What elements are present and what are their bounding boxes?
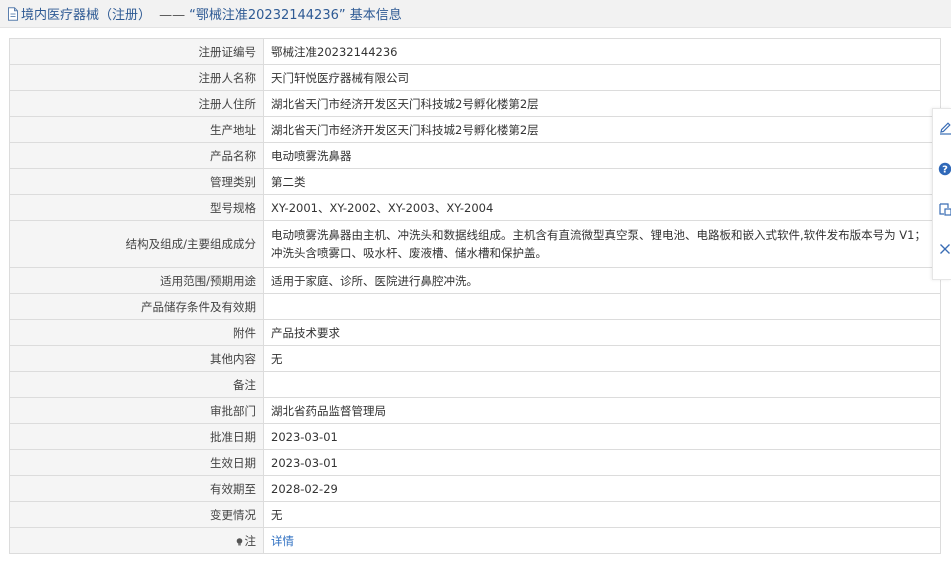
table-row: 产品储存条件及有效期	[9, 293, 941, 320]
edit-icon[interactable]	[938, 120, 951, 136]
field-label: 备注	[9, 371, 264, 398]
field-value: 电动喷雾洗鼻器由主机、冲洗头和数据线组成。主机含有直流微型真空泵、锂电池、电路板…	[263, 220, 941, 268]
table-row: 其他内容 无	[9, 345, 941, 372]
field-label: 注册人住所	[9, 90, 264, 117]
breadcrumb: 境内医疗器械（注册） —— “鄂械注准20232144236” 基本信息	[21, 4, 402, 23]
field-label: 其他内容	[9, 345, 264, 372]
field-label: 产品名称	[9, 142, 264, 169]
field-label: 注册人名称	[9, 64, 264, 91]
field-label: 生效日期	[9, 449, 264, 476]
table-row: 注册人名称 天门轩悦医疗器械有限公司	[9, 64, 941, 91]
table-row: 生产地址 湖北省天门市经济开发区天门科技城2号孵化楼第2层	[9, 116, 941, 143]
note-label-text: 注	[244, 533, 257, 548]
field-label: 审批部门	[9, 397, 264, 424]
breadcrumb-title-suffix: 基本信息	[349, 8, 402, 23]
field-label: 附件	[9, 319, 264, 346]
field-label: 适用范围/预期用途	[9, 267, 264, 294]
field-value: 第二类	[263, 168, 941, 195]
field-label: 变更情况	[9, 501, 264, 528]
field-label: 有效期至	[9, 475, 264, 502]
field-label: 生产地址	[9, 116, 264, 143]
field-value: 湖北省天门市经济开发区天门科技城2号孵化楼第2层	[263, 116, 941, 143]
page-header: 境内医疗器械（注册） —— “鄂械注准20232144236” 基本信息	[0, 0, 951, 28]
note-label: 注	[9, 527, 264, 554]
field-value: XY-2001、XY-2002、XY-2003、XY-2004	[263, 194, 941, 221]
field-label: 型号规格	[9, 194, 264, 221]
field-label: 管理类别	[9, 168, 264, 195]
table-row: 注册人住所 湖北省天门市经济开发区天门科技城2号孵化楼第2层	[9, 90, 941, 117]
field-value: 2023-03-01	[263, 449, 941, 476]
field-value: 适用于家庭、诊所、医院进行鼻腔冲洗。	[263, 267, 941, 294]
table-row: 产品名称 电动喷雾洗鼻器	[9, 142, 941, 169]
field-value: 无	[263, 501, 941, 528]
breadcrumb-record-number: “鄂械注准20232144236”	[189, 8, 346, 23]
table-row: 适用范围/预期用途 适用于家庭、诊所、医院进行鼻腔冲洗。	[9, 267, 941, 294]
field-label: 结构及组成/主要组成成分	[9, 220, 264, 268]
table-row: 变更情况 无	[9, 501, 941, 528]
table-row: 管理类别 第二类	[9, 168, 941, 195]
field-label: 注册证编号	[9, 38, 264, 65]
field-label: 批准日期	[9, 423, 264, 450]
svg-text:?: ?	[942, 165, 948, 176]
breadcrumb-separator: ——	[159, 8, 186, 23]
breadcrumb-category: 境内医疗器械（注册）	[21, 8, 152, 23]
field-value: 鄂械注准20232144236	[263, 38, 941, 65]
document-icon	[8, 6, 18, 21]
field-value	[263, 293, 941, 320]
field-value: 湖北省药品监督管理局	[263, 397, 941, 424]
note-value: 详情	[263, 527, 941, 554]
field-value: 2023-03-01	[263, 423, 941, 450]
close-icon[interactable]	[938, 241, 951, 257]
field-value: 湖北省天门市经济开发区天门科技城2号孵化楼第2层	[263, 90, 941, 117]
field-value	[263, 371, 941, 398]
lightbulb-icon	[236, 537, 242, 545]
help-icon[interactable]: ?	[938, 161, 951, 177]
table-row: 型号规格 XY-2001、XY-2002、XY-2003、XY-2004	[9, 194, 941, 221]
details-link[interactable]: 详情	[271, 534, 294, 548]
side-toolbar: ?	[932, 108, 951, 280]
table-row: 注册证编号 鄂械注准20232144236	[9, 38, 941, 65]
field-value: 产品技术要求	[263, 319, 941, 346]
table-row: 审批部门 湖北省药品监督管理局	[9, 397, 941, 424]
detail-table: 注册证编号 鄂械注准20232144236 注册人名称 天门轩悦医疗器械有限公司…	[9, 38, 941, 554]
table-row: 备注	[9, 371, 941, 398]
field-value: 无	[263, 345, 941, 372]
table-row: 生效日期 2023-03-01	[9, 449, 941, 476]
table-row: 批准日期 2023-03-01	[9, 423, 941, 450]
table-row: 有效期至 2028-02-29	[9, 475, 941, 502]
field-value: 天门轩悦医疗器械有限公司	[263, 64, 941, 91]
field-value: 电动喷雾洗鼻器	[263, 142, 941, 169]
field-label: 产品储存条件及有效期	[9, 293, 264, 320]
table-row: 附件 产品技术要求	[9, 319, 941, 346]
table-row: 结构及组成/主要组成成分 电动喷雾洗鼻器由主机、冲洗头和数据线组成。主机含有直流…	[9, 220, 941, 268]
table-row: 注 详情	[9, 527, 941, 554]
field-value: 2028-02-29	[263, 475, 941, 502]
feedback-icon[interactable]	[938, 201, 951, 217]
